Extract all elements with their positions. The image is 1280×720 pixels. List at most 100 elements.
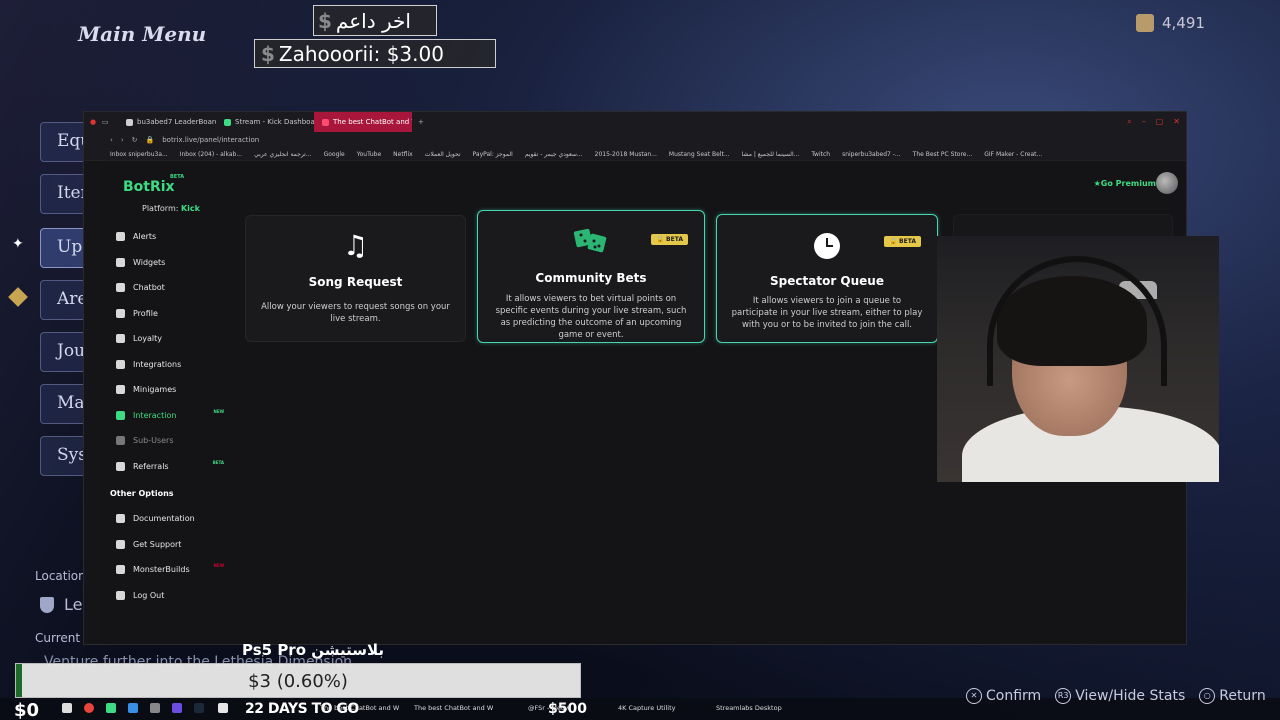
tab-kick-dashboard[interactable]: Stream - Kick Dashboard (216, 112, 314, 132)
chrome-icon[interactable] (84, 703, 94, 713)
window-controls: ⌕ – ▢ ✕ (1127, 117, 1186, 127)
dollar-icon: $ (318, 8, 332, 33)
tab-bar: ● ▭ bu3abed7 LeaderBoard | Stream - Kick… (84, 112, 1186, 132)
taskbar-app-label[interactable]: Streamlabs Desktop (716, 704, 782, 712)
sidebar-item-interaction[interactable]: Interaction NEW (110, 403, 228, 429)
bookmark-item[interactable]: تحويل العملات (425, 151, 461, 158)
bookmark-item[interactable]: YouTube (357, 151, 381, 158)
gamepad-icon (116, 385, 125, 395)
browser-logo-icon: ● (90, 118, 97, 126)
dice-icon (573, 228, 607, 253)
logo-beta-badge: BETA (170, 174, 185, 180)
new-badge: NEW (213, 563, 225, 568)
card-title: Spectator Queue (770, 274, 884, 288)
sidebar-item-sub-users[interactable]: Sub-Users (110, 428, 228, 454)
sidebar-item-chatbot[interactable]: Chatbot (110, 275, 228, 301)
card-song-request[interactable]: ♫ Song Request Allow your viewers to req… (245, 215, 466, 342)
taskbar-app-label[interactable]: The best ChatBot and W (320, 704, 399, 712)
bookmark-item[interactable]: The Best PC Store... (913, 151, 973, 158)
sidebar-item-alerts[interactable]: Alerts (110, 224, 228, 250)
app-icon[interactable] (150, 703, 160, 713)
sidebar-item-widgets[interactable]: Widgets (110, 250, 228, 276)
reload-icon[interactable]: ↻ (132, 136, 138, 144)
sidebar-item-monsterbuilds[interactable]: MonsterBuilds NEW (110, 557, 228, 583)
card-spectator-queue[interactable]: 🔒 BETA Spectator Queue It allows viewers… (716, 214, 938, 343)
bookmark-item[interactable]: ترجمة انجليزي عربي... (254, 151, 312, 158)
sidebar-item-profile[interactable]: Profile (110, 301, 228, 327)
bookmark-item[interactable]: السينما للجميع | مشا... (742, 151, 800, 158)
forward-icon[interactable]: › (121, 136, 124, 144)
search-icon[interactable]: ⌕ (1127, 117, 1131, 127)
headset (987, 256, 1167, 386)
sidebar-item-log-out[interactable]: Log Out (110, 583, 228, 609)
currency-value: 4,491 (1162, 14, 1205, 32)
location-value-row: Le (40, 595, 82, 614)
bookmark-item[interactable]: Inbox (204) - alkab... (180, 151, 242, 158)
minimize-icon[interactable]: – (1142, 117, 1146, 127)
cross-button-icon: ✕ (966, 688, 982, 704)
go-premium-button[interactable]: ★Go Premium (1094, 179, 1156, 188)
puzzle-icon (116, 359, 125, 369)
tab-favicon-icon (126, 118, 133, 126)
bookmark-item[interactable]: Netflix (393, 151, 413, 158)
url-field[interactable]: botrix.live/panel/interaction (162, 136, 259, 144)
platform-indicator: Platform: Kick (142, 204, 200, 213)
tab-botrix[interactable]: The best ChatBot and Wid (314, 112, 412, 132)
app-icon[interactable] (218, 703, 228, 713)
steam-icon[interactable] (194, 703, 204, 713)
card-community-bets[interactable]: 🔒 BETA Community Bets It allows viewers … (477, 210, 705, 343)
kick-icon[interactable] (106, 703, 116, 713)
last-donor-label: $ اخر داعم (313, 5, 437, 36)
bell-icon (116, 232, 125, 242)
bookmark-item[interactable]: Mustang Seat Belt... (669, 151, 730, 158)
new-tab-icon[interactable]: + (412, 118, 424, 126)
sidebar-item-minigames[interactable]: Minigames (110, 377, 228, 403)
sidebar-item-documentation[interactable]: Documentation (110, 506, 228, 532)
bookmark-item[interactable]: Twitch (811, 151, 830, 158)
maximize-icon[interactable]: ▢ (1156, 117, 1164, 127)
bookmark-item[interactable]: 2015-2018 Mustan... (595, 151, 657, 158)
bookmark-item[interactable]: سعودي جيمر - تقويم... (525, 151, 583, 158)
other-options-title: Other Options (110, 489, 174, 498)
sidebar-item-get-support[interactable]: Get Support (110, 532, 228, 558)
bookmark-item[interactable]: PayPal: الموجز (473, 151, 513, 158)
controller-hints: ✕ Confirm R3 View/Hide Stats ○ Return (966, 688, 1266, 704)
back-icon[interactable]: ‹ (110, 136, 113, 144)
bookmark-item[interactable]: Google (324, 151, 345, 158)
bookmarks-bar: Inbox sniperbu3a... Inbox (204) - alkab.… (84, 148, 1186, 161)
hint-view-stats[interactable]: R3 View/Hide Stats (1055, 688, 1185, 704)
sidebar-item-loyalty[interactable]: Loyalty (110, 326, 228, 352)
close-icon[interactable]: ✕ (1173, 117, 1180, 127)
file-icon[interactable] (62, 703, 72, 713)
tab-leaderboard[interactable]: bu3abed7 LeaderBoard | (118, 112, 216, 132)
taskbar-app-label[interactable]: The best ChatBot and W (414, 704, 493, 712)
hint-confirm[interactable]: ✕ Confirm (966, 688, 1041, 704)
premiere-icon[interactable] (172, 703, 182, 713)
circle-button-icon: ○ (1199, 688, 1216, 704)
hint-return[interactable]: ○ Return (1199, 688, 1266, 704)
card-title: Song Request (308, 275, 403, 289)
new-badge: NEW (213, 408, 225, 414)
profile-icon (116, 308, 125, 318)
bookmark-item[interactable]: sniperbu3abed7 -... (842, 151, 901, 158)
avatar[interactable] (1156, 172, 1178, 194)
music-note-icon: ♫ (342, 229, 369, 262)
beta-badge: 🔒 BETA (651, 234, 688, 245)
webcam-feed (937, 236, 1219, 482)
chat-icon (116, 283, 125, 293)
bookmark-item[interactable]: GIF Maker - Creat... (984, 151, 1042, 158)
sidebar-item-integrations[interactable]: Integrations (110, 352, 228, 378)
botrix-logo[interactable]: BotRix (123, 179, 175, 195)
tab-list-icon[interactable]: ▭ (102, 118, 118, 126)
sparkle-icon: ✦ (12, 236, 24, 252)
currency-icon (1136, 14, 1154, 32)
bookmark-item[interactable]: Inbox sniperbu3a... (110, 151, 168, 158)
app-icon[interactable] (128, 703, 138, 713)
taskbar-app-label[interactable]: @FSr - Meow (528, 704, 570, 712)
sidebar: Alerts Widgets Chatbot Profile Loyalty I… (110, 224, 228, 608)
taskbar-app-label[interactable]: 4K Capture Utility (618, 704, 676, 712)
widgets-icon (116, 257, 125, 267)
sidebar-item-referrals[interactable]: Referrals BETA (110, 454, 228, 480)
r3-button-icon: R3 (1055, 688, 1072, 704)
users-icon (116, 436, 125, 446)
